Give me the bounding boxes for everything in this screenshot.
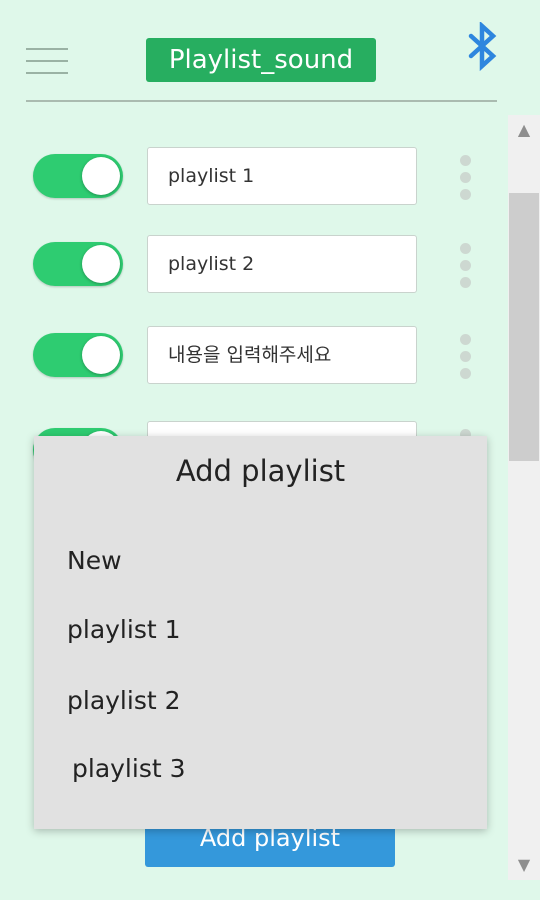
- playlist-row: 내용을 입력해주세요: [0, 326, 510, 386]
- scroll-up-arrow-icon[interactable]: ▲: [508, 115, 540, 145]
- drag-handle-icon[interactable]: [459, 155, 473, 201]
- bluetooth-icon[interactable]: [463, 20, 503, 72]
- playlist-row: playlist 1: [0, 147, 510, 207]
- playlist-name-input[interactable]: playlist 2: [147, 235, 417, 293]
- dialog-option-playlist-2[interactable]: playlist 2: [67, 686, 181, 715]
- dialog-option-new[interactable]: New: [67, 546, 122, 575]
- scroll-thumb[interactable]: [509, 193, 539, 461]
- playlist-toggle[interactable]: [33, 333, 123, 377]
- playlist-name-input[interactable]: playlist 1: [147, 147, 417, 205]
- scrollbar[interactable]: ▲ ▼: [508, 115, 540, 880]
- drag-handle-icon[interactable]: [459, 243, 473, 289]
- page-title: Playlist_sound: [146, 38, 376, 82]
- playlist-row: playlist 2: [0, 235, 510, 295]
- toggle-knob: [82, 336, 120, 374]
- playlist-toggle[interactable]: [33, 154, 123, 198]
- playlist-name-input[interactable]: 내용을 입력해주세요: [147, 326, 417, 384]
- header-divider: [26, 100, 497, 102]
- scroll-down-arrow-icon[interactable]: ▼: [508, 850, 540, 880]
- dialog-option-playlist-3[interactable]: playlist 3: [72, 754, 186, 783]
- dialog-title: Add playlist: [175, 454, 346, 488]
- hamburger-menu-icon[interactable]: [26, 48, 68, 76]
- toggle-knob: [82, 157, 120, 195]
- dialog-option-playlist-1[interactable]: playlist 1: [67, 615, 181, 644]
- playlist-toggle[interactable]: [33, 242, 123, 286]
- drag-handle-icon[interactable]: [459, 334, 473, 380]
- toggle-knob: [82, 245, 120, 283]
- add-playlist-dialog: Add playlist New playlist 1 playlist 2 p…: [34, 436, 487, 829]
